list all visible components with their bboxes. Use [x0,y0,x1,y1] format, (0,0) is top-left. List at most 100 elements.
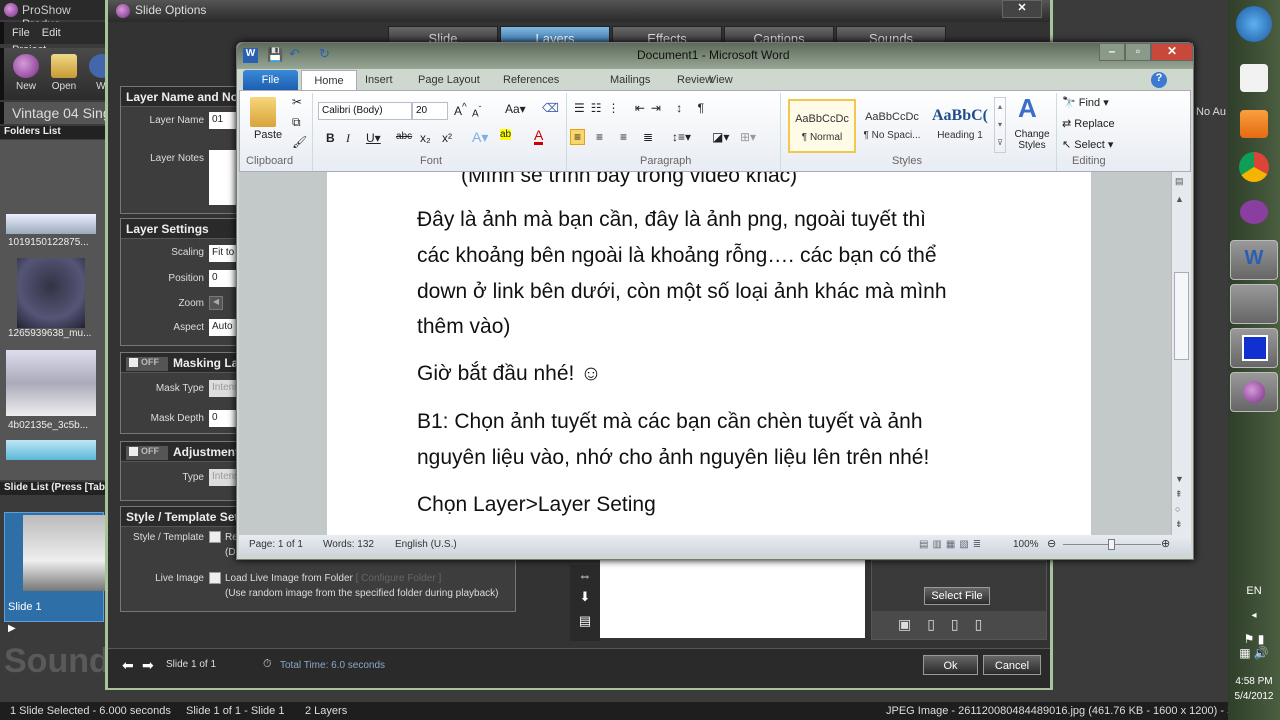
paste-icon[interactable] [250,97,276,127]
maximize-button[interactable]: ▫ [1125,43,1151,61]
document-page[interactable]: (Mình sẽ trình bày trong video khác) Đây… [327,172,1091,535]
view-buttons[interactable]: ▤▥▦▧≣ [919,539,985,550]
yahoo-messenger-icon[interactable] [1240,200,1268,224]
minimize-button[interactable]: – [1099,43,1125,61]
slide-1-card[interactable]: Slide 1 ▶ [4,512,105,634]
copy-icon[interactable]: ⧉ [292,115,301,130]
style-template-checkbox[interactable] [209,531,221,543]
configure-folder-link[interactable]: [ Configure Folder ] [356,573,442,584]
style-no-spacing[interactable]: AaBbCcDc ¶ No Spaci... [858,99,926,153]
thumbnail-4[interactable] [6,440,96,460]
zoom-slider-thumb[interactable] [1108,539,1115,550]
word-taskbar-icon[interactable]: W [1230,240,1278,280]
unikey-icon[interactable] [1240,64,1268,92]
status-page[interactable]: Page: 1 of 1 [249,539,303,550]
layer-preview-area[interactable] [600,560,865,638]
paste-button[interactable]: Paste [254,129,282,141]
tab-insert[interactable]: Insert [365,70,393,90]
styles-scroll[interactable]: ▴ ▾ ⊽ [994,97,1006,153]
tab-view[interactable]: View [709,70,733,90]
menu-file[interactable]: File [12,27,30,39]
grow-font-icon[interactable]: A^ [454,102,467,118]
list-icons[interactable]: ☰☷⋮ ⇤⇥ ↕ ¶ [574,101,710,115]
open-button[interactable]: Open [46,54,82,92]
ok-button[interactable]: Ok [923,655,978,675]
align-center-icon[interactable]: ≡ [596,130,603,144]
replace-button[interactable]: ⇄ Replace [1062,117,1115,130]
vertical-scrollbar[interactable]: ▤ ▲ ▼ ⇞ ○ ⇟ [1171,172,1191,535]
show-hidden-icons[interactable]: ◂ [1228,610,1280,621]
next-slide-icon[interactable]: ➡ [142,657,154,674]
ruler-toggle-icon[interactable]: ▤ [1175,176,1184,187]
strikethrough-icon[interactable]: abc [396,131,412,142]
new-button[interactable]: New [8,54,44,92]
swap-horizontal-icon[interactable]: ⇔ [570,565,600,589]
proshow-taskbar-icon[interactable] [1230,372,1278,412]
format-painter-icon[interactable]: 🖌 [292,135,307,149]
superscript-icon[interactable]: x² [442,131,452,145]
clock-date[interactable]: 5/4/2012 [1228,691,1280,702]
tab-mailings[interactable]: Mailings [610,70,650,90]
font-name-select[interactable]: Calibri (Body) [318,102,412,120]
change-styles-button[interactable]: Change Styles [1010,129,1054,151]
align-left-icon[interactable]: ≡ [570,129,586,145]
borders-icon[interactable]: ⊞▾ [740,130,756,144]
shading-icon[interactable]: ◪▾ [712,130,729,144]
justify-icon[interactable]: ≣ [643,130,653,144]
tab-home[interactable]: Home [301,70,357,90]
clock-time[interactable]: 4:58 PM [1228,676,1280,687]
select-button[interactable]: ↖ Select ▾ [1062,138,1113,151]
style-normal[interactable]: AaBbCcDc ¶ Normal [788,99,856,153]
status-words[interactable]: Words: 132 [323,539,374,550]
chrome-icon[interactable] [1239,152,1269,182]
adjustment-toggle[interactable]: OFF [126,445,168,460]
highlight-icon[interactable]: ab [500,129,512,140]
thumbnail-2[interactable] [17,258,85,328]
clear-formatting-icon[interactable]: ⌫ [542,101,559,115]
line-spacing-icon[interactable]: ↕≡▾ [672,130,691,144]
style-heading-1[interactable]: AaBbC(Heading 1 [926,99,994,153]
media-player-icon[interactable] [1240,110,1268,138]
select-file-button[interactable]: Select File [924,587,990,605]
tab-file[interactable]: File [243,70,298,90]
language-indicator[interactable]: EN [1228,585,1280,597]
text-effects-icon[interactable]: A▾ [472,129,488,146]
move-down-icon[interactable]: ⬇ [570,589,600,613]
find-button[interactable]: 🔭 Find ▾ [1062,96,1109,109]
thumbnail-3[interactable] [6,350,96,416]
menu-edit[interactable]: Edit [42,27,61,39]
zoom-slider-left-icon[interactable]: ◀ [209,296,223,310]
align-right-icon[interactable]: ≡ [620,130,627,144]
live-image-checkbox[interactable] [209,572,221,584]
subscript-icon[interactable]: x₂ [420,131,431,145]
bold-icon[interactable]: B [326,131,335,145]
italic-icon[interactable]: I [346,131,350,146]
redo-icon[interactable]: ↻ [319,46,330,62]
play-icon[interactable]: ▶ [8,623,16,634]
tray-icons[interactable]: ⚑ ▮ ▦ 🔊 [1228,632,1280,660]
status-language[interactable]: English (U.S.) [395,539,457,550]
zoom-out-icon[interactable]: ⊖ [1047,537,1056,550]
tab-references[interactable]: References [503,70,559,90]
underline-icon[interactable]: U▾ [366,131,381,145]
thumbnail-1[interactable] [6,214,96,234]
font-color-icon[interactable]: A [534,128,544,145]
font-size-select[interactable]: 20 [412,102,448,120]
cut-icon[interactable]: ✂ [292,95,302,109]
tab-review[interactable]: Review [677,70,713,90]
tab-page-layout[interactable]: Page Layout [418,70,480,90]
browse-buttons[interactable]: ▼ ⇞ ○ ⇟ [1175,472,1184,532]
edit-layer-icon[interactable]: ▤ [570,613,600,637]
scroll-thumb[interactable] [1174,272,1189,360]
prev-slide-icon[interactable]: ⬅ [122,657,134,674]
explorer-icon[interactable] [1230,284,1278,324]
save-icon[interactable]: 💾 [267,47,283,63]
dialog-close-button[interactable]: ✕ [1002,0,1042,18]
help-icon[interactable]: ? [1151,72,1167,88]
file-action-icons[interactable]: ▣▯▯▯ [872,611,1046,639]
undo-icon[interactable]: ↶ [289,46,300,62]
cancel-button[interactable]: Cancel [983,655,1041,675]
zoom-level[interactable]: 100% [1013,539,1039,550]
scroll-up-icon[interactable]: ▲ [1175,194,1184,204]
start-button[interactable] [1236,6,1272,42]
